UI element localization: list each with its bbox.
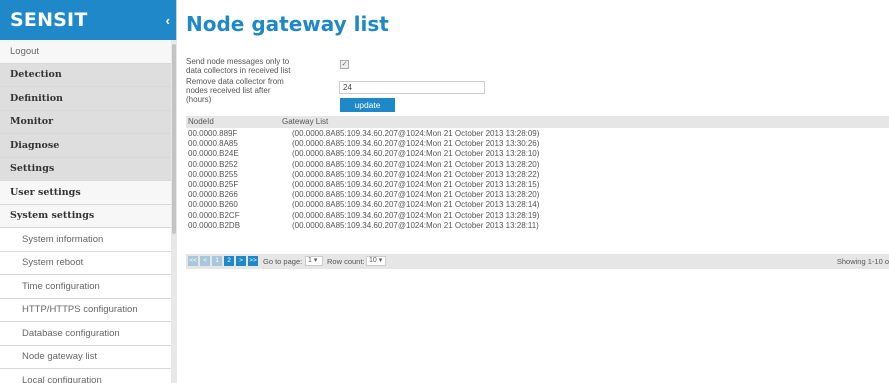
last-page-button[interactable]: >> bbox=[248, 256, 258, 266]
cell-node-id: 00.0000.889F bbox=[188, 129, 238, 138]
update-button[interactable]: update bbox=[340, 98, 395, 112]
cell-gateway-list: (00.0000.8A85:109.34.60.207@1024:Mon 21 … bbox=[292, 139, 540, 149]
cell-node-id: 00.0000.B2CF bbox=[188, 210, 240, 220]
column-header-nodeid[interactable]: NodeId bbox=[188, 117, 214, 126]
row-count-label: Row count: bbox=[327, 257, 365, 266]
sidebar-item-http-https-configuration[interactable]: HTTP/HTTPS configuration bbox=[0, 298, 176, 322]
row-count-select[interactable]: 10 ▾ bbox=[366, 256, 386, 266]
sidebar-item-logout[interactable]: Logout bbox=[0, 40, 176, 64]
sidebar-item-settings[interactable]: Settings bbox=[0, 157, 176, 181]
table-row[interactable]: 00.0000.889F (00.0000.8A85:109.34.60.207@… bbox=[186, 129, 889, 139]
prev-page-button[interactable]: < bbox=[200, 256, 210, 266]
cell-gateway-list: (00.0000.8A85:109.34.60.207@1024:Mon 21 … bbox=[292, 129, 540, 138]
cell-node-id: 00.0000.B266 bbox=[188, 190, 238, 200]
remove-after-hours-label: Remove data collector from nodes receive… bbox=[186, 77, 284, 104]
send-only-received-checkbox[interactable]: ✓ bbox=[340, 60, 349, 69]
sidebar-item-node-gateway-list[interactable]: Node gateway list bbox=[0, 345, 176, 369]
table-row[interactable]: 00.0000.B266 (00.0000.8A85:109.34.60.207@… bbox=[186, 190, 889, 200]
table-row[interactable]: 00.0000.B25F (00.0000.8A85:109.34.60.207@… bbox=[186, 180, 889, 190]
brand-logo: SENSIT bbox=[10, 9, 88, 31]
table-row[interactable]: 00.0000.B2DB (00.0000.8A85:109.34.60.207@… bbox=[186, 221, 889, 231]
sidebar-item-system-reboot[interactable]: System reboot bbox=[0, 251, 176, 275]
cell-gateway-list: (00.0000.8A85:109.34.60.207@1024:Mon 21 … bbox=[292, 210, 540, 220]
sidebar-item-system-settings[interactable]: System settings bbox=[0, 204, 176, 228]
cell-node-id: 00.0000.B260 bbox=[188, 200, 238, 210]
table-header: NodeId Gateway List bbox=[186, 116, 889, 128]
sidebar-item-definition[interactable]: Definition bbox=[0, 87, 176, 111]
sidebar-item-diagnose[interactable]: Diagnose bbox=[0, 134, 176, 158]
cell-gateway-list: (00.0000.8A85:109.34.60.207@1024:Mon 21 … bbox=[292, 149, 540, 159]
sidebar-item-user-settings[interactable]: User settings bbox=[0, 181, 176, 205]
brand-header: SENSIT ‹ bbox=[0, 0, 176, 40]
first-page-button[interactable]: << bbox=[188, 256, 198, 266]
pagination-bar: << < 1 2 > >> Go to page: 1 ▾ Row count:… bbox=[186, 254, 889, 269]
next-page-button[interactable]: > bbox=[236, 256, 246, 266]
hours-input[interactable]: 24 bbox=[339, 81, 485, 94]
sidebar-item-detection[interactable]: Detection bbox=[0, 63, 176, 87]
table-row[interactable]: 00.0000.B252 (00.0000.8A85:109.34.60.207@… bbox=[186, 160, 889, 170]
cell-node-id: 00.0000.8A85 bbox=[188, 139, 238, 149]
cell-node-id: 00.0000.B25F bbox=[188, 180, 239, 189]
sidebar-item-time-configuration[interactable]: Time configuration bbox=[0, 275, 176, 299]
cell-node-id: 00.0000.B24E bbox=[188, 149, 239, 159]
send-only-received-label: Send node messages only to data collecto… bbox=[186, 57, 291, 75]
chevron-left-icon[interactable]: ‹ bbox=[166, 13, 170, 28]
cell-node-id: 00.0000.B2DB bbox=[188, 220, 241, 230]
cell-gateway-list: (00.0000.8A85:109.34.60.207@1024:Mon 21 … bbox=[292, 220, 539, 230]
goto-page-select[interactable]: 1 ▾ bbox=[305, 256, 323, 266]
page-title: Node gateway list bbox=[186, 12, 389, 36]
cell-gateway-list: (00.0000.8A85:109.34.60.207@1024:Mon 21 … bbox=[292, 159, 540, 169]
cell-node-id: 00.0000.B255 bbox=[188, 169, 238, 179]
goto-page-label: Go to page: bbox=[263, 257, 303, 266]
sidebar-nav: Logout Detection Definition Monitor Diagnose… bbox=[0, 40, 176, 383]
main-content: Node gateway list Send node messages onl… bbox=[186, 0, 889, 383]
table-row[interactable]: 00.0000.B2CF (00.0000.8A85:109.34.60.207@… bbox=[186, 211, 889, 221]
showing-count: Showing 1-10 o bbox=[836, 257, 889, 266]
cell-gateway-list: (00.0000.8A85:109.34.60.207@1024:Mon 21 … bbox=[292, 180, 540, 189]
sidebar-scrollbar-thumb[interactable] bbox=[172, 44, 176, 234]
table-row[interactable]: 00.0000.B24E (00.0000.8A85:109.34.60.207@… bbox=[186, 149, 889, 159]
table-row[interactable]: 00.0000.B255 (00.0000.8A85:109.34.60.207@… bbox=[186, 170, 889, 180]
cell-gateway-list: (00.0000.8A85:109.34.60.207@1024:Mon 21 … bbox=[292, 169, 540, 179]
sidebar-item-system-information[interactable]: System information bbox=[0, 228, 176, 252]
cell-node-id: 00.0000.B252 bbox=[188, 159, 238, 169]
table-row[interactable]: 00.0000.8A85 (00.0000.8A85:109.34.60.207@… bbox=[186, 139, 889, 149]
cell-gateway-list: (00.0000.8A85:109.34.60.207@1024:Mon 21 … bbox=[292, 200, 540, 210]
column-header-gateway-list[interactable]: Gateway List bbox=[282, 117, 328, 126]
sidebar-item-local-configuration[interactable]: Local configuration bbox=[0, 369, 176, 383]
cell-gateway-list: (00.0000.8A85:109.34.60.207@1024:Mon 21 … bbox=[292, 190, 540, 200]
sidebar-item-database-configuration[interactable]: Database configuration bbox=[0, 322, 176, 346]
page-2-button[interactable]: 2 bbox=[224, 256, 234, 266]
page-1-button[interactable]: 1 bbox=[212, 256, 222, 266]
table-row[interactable]: 00.0000.B260 (00.0000.8A85:109.34.60.207@… bbox=[186, 200, 889, 210]
sidebar: SENSIT ‹ Logout Detection Definition Monito… bbox=[0, 0, 177, 383]
sidebar-item-monitor[interactable]: Monitor bbox=[0, 110, 176, 134]
